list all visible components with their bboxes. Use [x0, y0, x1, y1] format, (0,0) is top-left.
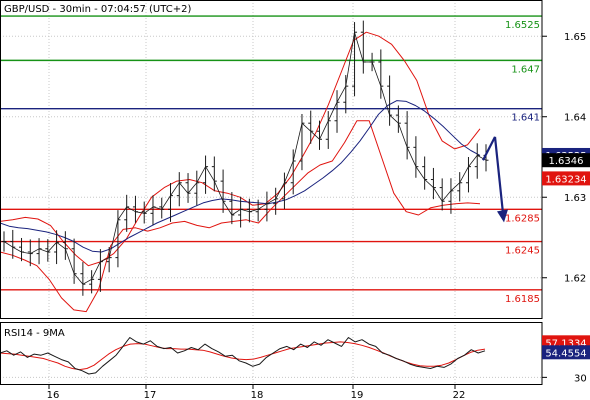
y-tick-label: 1.62 [564, 274, 586, 285]
level-label: 1.6525 [505, 20, 540, 31]
forecast-arrow-up [482, 136, 496, 161]
moving-average-line [0, 100, 481, 253]
rsi-plot-frame [0, 322, 543, 385]
chart: 1.6525 1.647 1.641 1.6285 1.6245 1.6185 16 17 1… [0, 0, 590, 400]
frame [0, 0, 543, 385]
main-plot-frame [0, 0, 543, 319]
level-label: 1.647 [511, 64, 540, 75]
x-tick-label: 16 [47, 390, 60, 400]
rsi-title: RSI14 - 9MA [4, 328, 65, 339]
price-series [0, 20, 508, 313]
x-tick-label: 18 [251, 390, 264, 400]
y-tick-label: 1.64 [564, 113, 586, 124]
price-badge-label: 1.6346 [549, 156, 584, 167]
x-tick-label: 17 [144, 390, 157, 400]
x-tick-label: 22 [453, 390, 466, 400]
rsi-badge-label: 54.4554 [545, 348, 586, 359]
forecast-arrow-down [493, 136, 505, 214]
levels: 1.6525 1.647 1.641 1.6285 1.6245 1.6185 [0, 15, 542, 305]
rsi-ma-line [0, 341, 486, 371]
level-label: 1.6285 [505, 213, 540, 224]
rsi-panel [0, 337, 486, 375]
level-label: 1.6245 [505, 246, 540, 257]
chart-title: GBP/USD - 30min - 07:04:57 (UTC+2) [4, 4, 191, 15]
rsi-y-tick-label: 30 [574, 373, 587, 384]
x-tick-label: 19 [351, 390, 364, 400]
level-label: 1.6185 [505, 294, 540, 305]
y-tick-label: 1.63 [564, 193, 586, 204]
level-label: 1.641 [511, 113, 540, 124]
price-badge-label: 1.63234 [545, 174, 586, 185]
y-tick-label: 1.65 [564, 32, 586, 43]
grid [0, 0, 542, 384]
price-close-line [3, 31, 487, 285]
badges: 1.635251.63461.6323457.133454.4554 [542, 147, 590, 360]
